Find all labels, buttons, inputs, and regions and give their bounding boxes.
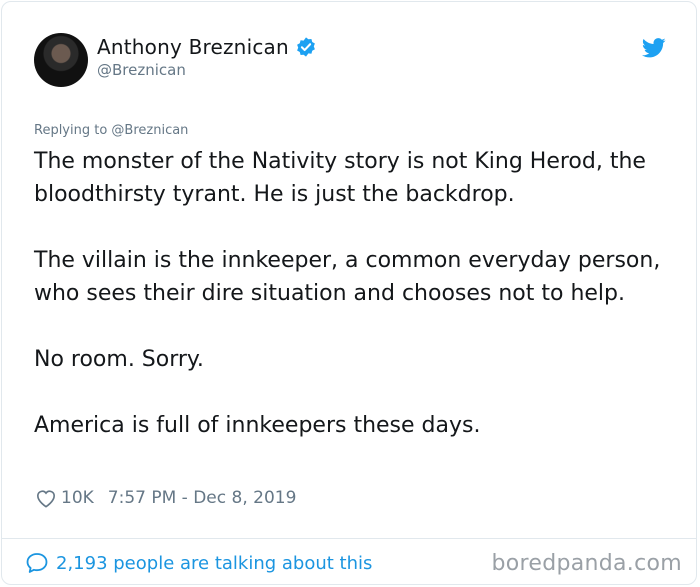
tweet-card: Anthony Breznican @Breznican Replying to… bbox=[1, 1, 697, 585]
author-row: Anthony Breznican bbox=[97, 35, 317, 59]
conversation-label: 2,193 people are talking about this bbox=[56, 552, 373, 574]
tweet-paragraph: No room. Sorry. bbox=[34, 347, 204, 372]
author-handle[interactable]: @Breznican bbox=[97, 61, 186, 79]
author-name[interactable]: Anthony Breznican bbox=[97, 35, 289, 59]
twitter-bird-icon[interactable] bbox=[642, 38, 666, 58]
timestamp[interactable]: 7:57 PM - Dec 8, 2019 bbox=[108, 488, 297, 508]
speech-bubble-icon bbox=[26, 553, 48, 573]
tweet-paragraph: America is full of innkeepers these days… bbox=[34, 413, 481, 438]
avatar[interactable] bbox=[34, 33, 88, 87]
tweet-paragraph: The monster of the Nativity story is not… bbox=[34, 149, 646, 207]
divider bbox=[2, 538, 696, 539]
heart-icon[interactable] bbox=[35, 488, 57, 508]
watermark: boredpanda.com bbox=[491, 551, 682, 576]
tweet-meta: 10K 7:57 PM - Dec 8, 2019 bbox=[35, 488, 296, 508]
tweet-text: The monster of the Nativity story is not… bbox=[34, 145, 684, 442]
tweet-paragraph: The villain is the innkeeper, a common e… bbox=[34, 248, 661, 306]
replying-to[interactable]: Replying to @Breznican bbox=[34, 123, 188, 138]
like-count[interactable]: 10K bbox=[61, 488, 94, 508]
verified-badge-icon bbox=[296, 37, 315, 57]
conversation-link[interactable]: 2,193 people are talking about this bbox=[25, 552, 372, 574]
